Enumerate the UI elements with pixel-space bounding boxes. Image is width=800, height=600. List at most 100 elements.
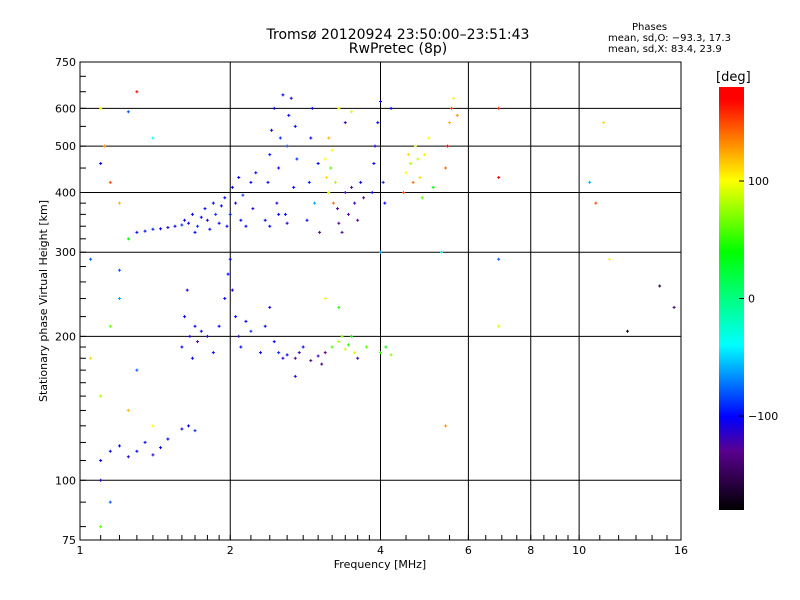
x-axis-label: Frequency [MHz] (334, 558, 426, 571)
data-point (239, 345, 243, 349)
data-point (259, 351, 263, 355)
data-point (337, 106, 341, 110)
data-point (108, 324, 112, 328)
data-point (602, 121, 606, 125)
data-point (293, 356, 297, 360)
data-point (337, 340, 341, 344)
data-point (193, 230, 197, 234)
data-point (99, 161, 103, 165)
data-point (193, 324, 197, 328)
x-tick-label: 1 (77, 544, 84, 557)
data-point (219, 204, 223, 208)
data-point (234, 201, 238, 205)
data-point (99, 106, 103, 110)
data-point (135, 368, 139, 372)
data-point (672, 305, 676, 309)
grid-lines (80, 62, 681, 540)
data-point (343, 347, 347, 351)
data-point (239, 218, 243, 222)
y-tick-label: 75 (62, 534, 76, 547)
data-point (126, 237, 130, 241)
data-point (350, 334, 354, 338)
data-point (295, 157, 299, 161)
data-point (135, 230, 139, 234)
data-point (196, 224, 200, 228)
data-point (244, 224, 248, 228)
data-point (330, 148, 334, 152)
data-point (440, 250, 443, 254)
data-point (99, 394, 103, 398)
data-point (293, 374, 297, 378)
data-point (270, 128, 274, 132)
data-point (228, 257, 232, 261)
data-point (268, 224, 272, 228)
colorbar-ticks: 100 0 −100 (739, 175, 778, 423)
data-point (278, 136, 282, 140)
data-point (159, 446, 163, 450)
data-point (293, 124, 297, 128)
data-point (188, 334, 192, 338)
data-point (333, 180, 337, 184)
data-point (497, 257, 501, 261)
data-point (237, 334, 241, 338)
data-point (413, 144, 417, 148)
data-point (343, 121, 347, 125)
data-point (376, 121, 380, 125)
data-point (323, 297, 327, 301)
data-point (389, 353, 393, 357)
data-point (320, 362, 324, 366)
data-point (325, 175, 329, 179)
data-point (108, 449, 112, 453)
data-point (418, 175, 422, 179)
data-point (249, 180, 253, 184)
data-point (312, 201, 316, 205)
data-point (185, 288, 189, 292)
data-point (285, 353, 289, 357)
data-point (449, 106, 453, 110)
data-point (126, 110, 130, 114)
data-point (362, 196, 366, 200)
data-point (370, 190, 374, 194)
data-point (389, 106, 393, 110)
data-point (211, 201, 215, 205)
data-point (223, 297, 227, 301)
data-point (301, 345, 305, 349)
data-point (316, 354, 320, 358)
y-tick-label: 750 (55, 56, 76, 69)
data-point (268, 305, 272, 309)
data-point (277, 351, 281, 355)
data-point (99, 458, 103, 462)
data-point (173, 224, 177, 228)
data-point (594, 201, 598, 205)
data-point (135, 449, 139, 453)
data-point (118, 297, 122, 301)
data-point (205, 218, 209, 222)
data-point (444, 166, 448, 170)
data-point (625, 329, 629, 333)
x-tick-label: 4 (377, 544, 384, 557)
data-point (427, 136, 431, 140)
data-point (135, 90, 139, 94)
data-point (337, 305, 341, 309)
data-point (283, 212, 287, 216)
data-point (118, 444, 122, 448)
data-point (285, 221, 289, 225)
x-tick-label: 8 (527, 544, 534, 557)
data-point (416, 157, 420, 161)
data-point (166, 437, 170, 441)
data-point (356, 356, 360, 360)
data-point (327, 136, 331, 140)
data-point (297, 351, 301, 355)
y-tick-label: 500 (55, 140, 76, 153)
data-point (159, 227, 163, 231)
data-point (318, 230, 322, 234)
data-point (254, 171, 258, 175)
data-point (118, 201, 122, 205)
data-point (228, 212, 232, 216)
data-point (409, 161, 413, 165)
data-point (343, 190, 347, 194)
data-point (230, 288, 234, 292)
colorbar-tick-label: −100 (748, 410, 778, 423)
data-point (451, 96, 455, 100)
data-point (108, 180, 112, 184)
